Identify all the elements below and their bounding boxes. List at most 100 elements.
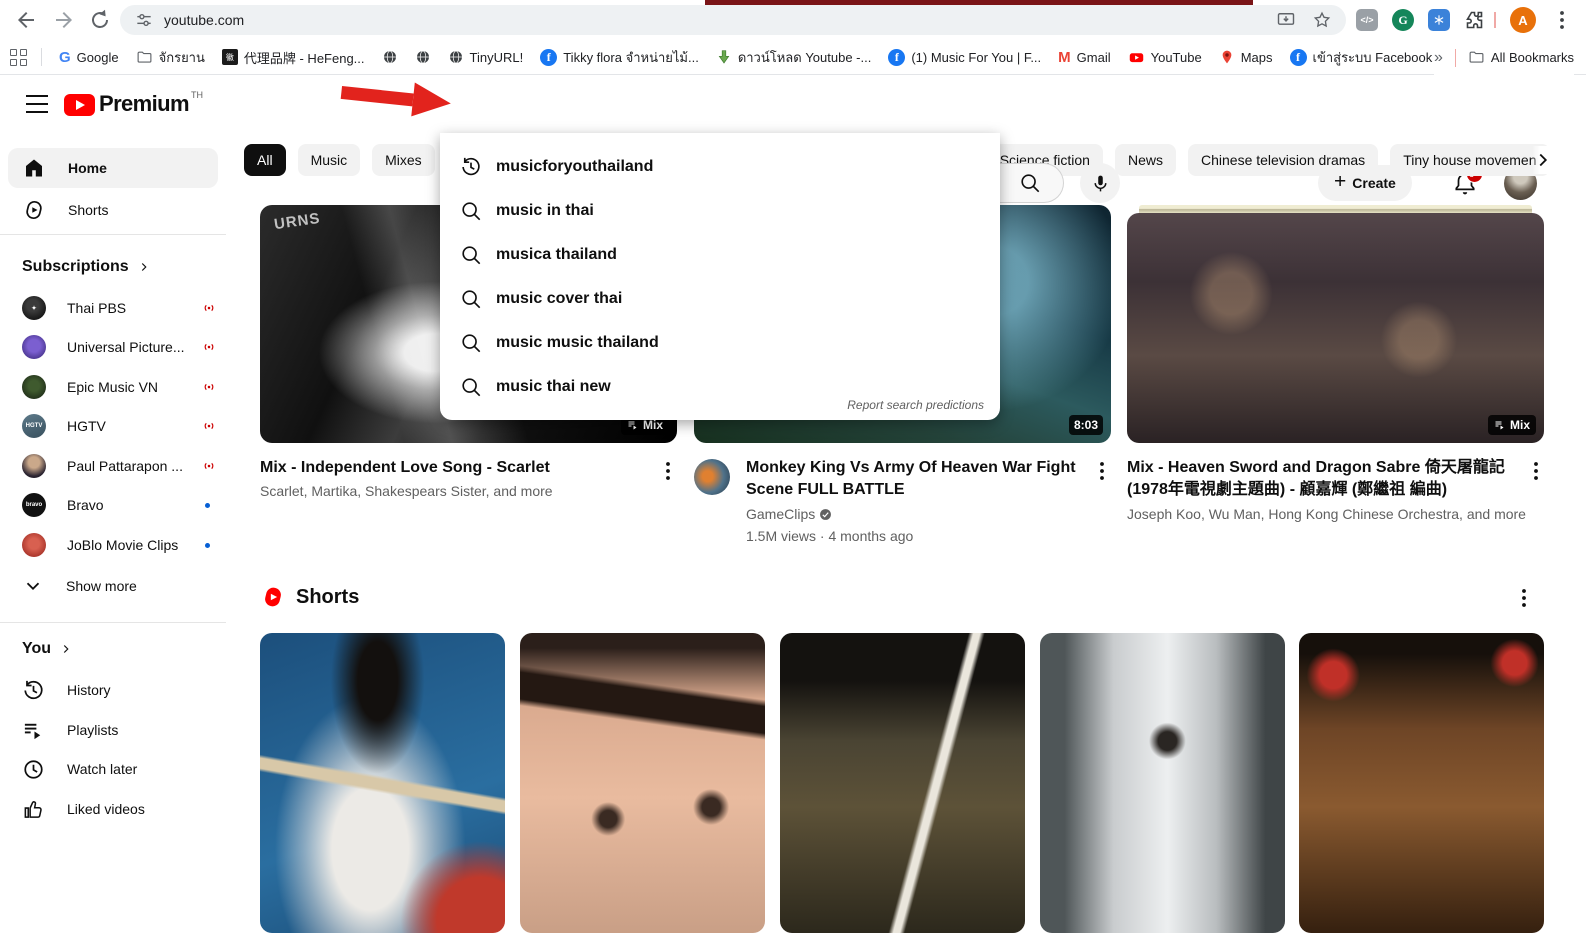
sidebar: Home Shorts Subscriptions ✦ Thai PBS Uni… bbox=[0, 134, 226, 816]
suggestion-item[interactable]: music in thai bbox=[440, 189, 1000, 233]
suggestion-item[interactable]: music cover thai bbox=[440, 277, 1000, 321]
sidebar-channel-thai-pbs[interactable]: ✦ Thai PBS bbox=[8, 289, 218, 327]
video-title-2[interactable]: Monkey King Vs Army Of Heaven War Fight … bbox=[746, 457, 1076, 501]
search-icon bbox=[460, 288, 482, 310]
suggestion-item[interactable]: musicforyouthailand bbox=[440, 145, 1000, 189]
channel-avatar: bravo bbox=[22, 493, 46, 517]
grammarly-extension-icon[interactable]: G bbox=[1392, 9, 1414, 31]
shorts-thumbnail-4[interactable] bbox=[1040, 633, 1285, 933]
bookmark-youtube[interactable]: YouTube bbox=[1128, 49, 1202, 66]
suggestion-item[interactable]: musica thailand bbox=[440, 233, 1000, 277]
reload-icon[interactable] bbox=[88, 8, 112, 32]
sidebar-channel-universal[interactable]: Universal Picture... bbox=[8, 328, 218, 366]
hefeng-site-icon: 徽 bbox=[222, 49, 238, 65]
blue-extension-icon[interactable] bbox=[1428, 9, 1450, 31]
facebook-icon: f bbox=[1290, 49, 1307, 66]
channel-avatar: HGTV bbox=[22, 414, 46, 438]
bookmark-music-for-you[interactable]: f(1) Music For You | F... bbox=[888, 49, 1041, 66]
mix-badge: Mix bbox=[1488, 415, 1536, 435]
video-thumbnail-3[interactable]: Mix bbox=[1127, 213, 1544, 443]
sidebar-item-shorts[interactable]: Shorts bbox=[8, 190, 218, 230]
verified-badge-icon bbox=[819, 508, 832, 521]
bookmark-hefeng[interactable]: 徽代理品牌 - HeFeng... bbox=[222, 48, 365, 67]
globe-icon bbox=[415, 49, 431, 65]
site-info-icon[interactable] bbox=[134, 10, 154, 30]
sidebar-item-liked-videos[interactable]: Liked videos bbox=[8, 789, 218, 829]
history-icon bbox=[460, 156, 482, 178]
address-bar[interactable]: youtube.com bbox=[120, 5, 1346, 35]
shorts-thumbnail-1[interactable] bbox=[260, 633, 505, 933]
video-title-3[interactable]: Mix - Heaven Sword and Dragon Sabre 倚天屠龍… bbox=[1127, 457, 1517, 501]
apps-grid-icon bbox=[10, 49, 27, 66]
facebook-icon: f bbox=[540, 49, 557, 66]
chip-music[interactable]: Music bbox=[298, 144, 361, 176]
sidebar-item-playlists[interactable]: Playlists bbox=[8, 710, 218, 750]
video-byline-1[interactable]: Scarlet, Martika, Shakespears Sister, an… bbox=[260, 481, 645, 501]
bookmark-youtube-download[interactable]: ดาวน์โหลด Youtube -... bbox=[716, 47, 872, 68]
chips-scroll-right-chevron[interactable] bbox=[1532, 146, 1560, 174]
guide-menu-icon[interactable] bbox=[26, 95, 48, 115]
you-header[interactable]: You bbox=[22, 640, 73, 658]
shorts-thumbnail-3[interactable] bbox=[780, 633, 1025, 933]
sidebar-item-home[interactable]: Home bbox=[8, 148, 218, 188]
chip-news[interactable]: News bbox=[1115, 144, 1176, 176]
browser-profile-avatar[interactable]: A bbox=[1510, 7, 1536, 33]
youtube-premium-logo[interactable]: Premium TH bbox=[64, 90, 203, 117]
browser-menu-kebab-icon[interactable] bbox=[1550, 8, 1574, 32]
shorts-logo-icon bbox=[260, 584, 286, 610]
video-menu-kebab-icon[interactable] bbox=[1524, 459, 1548, 483]
country-code: TH bbox=[191, 90, 203, 100]
bookmark-maps[interactable]: Maps bbox=[1219, 49, 1273, 65]
bookmark-google[interactable]: GGoogle bbox=[59, 49, 119, 66]
sidebar-channel-joblo[interactable]: JoBlo Movie Clips bbox=[8, 526, 218, 564]
globe-icon bbox=[448, 49, 464, 65]
sidebar-channel-bravo[interactable]: bravo Bravo bbox=[8, 486, 218, 524]
bookmark-apps[interactable] bbox=[10, 49, 27, 66]
url-text[interactable]: youtube.com bbox=[164, 12, 244, 28]
subscriptions-header[interactable]: Subscriptions bbox=[22, 258, 151, 276]
suggestion-item[interactable]: music music thailand bbox=[440, 321, 1000, 365]
shorts-menu-kebab-icon[interactable] bbox=[1512, 586, 1536, 610]
bookmark-tikky-flora[interactable]: fTikky flora จำหน่ายไม้... bbox=[540, 47, 699, 68]
video-title-1[interactable]: Mix - Independent Love Song - Scarlet bbox=[260, 457, 645, 479]
chip-chinese-tv-dramas[interactable]: Chinese television dramas bbox=[1188, 144, 1378, 176]
chip-all[interactable]: All bbox=[244, 144, 286, 176]
shorts-thumbnail-2[interactable] bbox=[520, 633, 765, 933]
search-button[interactable] bbox=[996, 163, 1064, 203]
shorts-thumbnail-5[interactable] bbox=[1299, 633, 1544, 933]
channel-avatar-gameclips[interactable] bbox=[694, 459, 730, 495]
sidebar-channel-paul[interactable]: Paul Pattarapon ... bbox=[8, 447, 218, 485]
bookmark-gmail[interactable]: MGmail bbox=[1058, 49, 1110, 66]
video-menu-kebab-icon[interactable] bbox=[656, 459, 680, 483]
video-menu-kebab-icon[interactable] bbox=[1090, 459, 1114, 483]
chip-tiny-house[interactable]: Tiny house movemen bbox=[1390, 144, 1549, 176]
playlist-play-icon bbox=[627, 419, 639, 431]
sidebar-item-history[interactable]: History bbox=[8, 670, 218, 710]
sidebar-channel-epic-music[interactable]: Epic Music VN bbox=[8, 368, 218, 406]
bookmark-folder[interactable]: จักรยาน bbox=[136, 47, 205, 68]
youtube-icon bbox=[1128, 49, 1145, 66]
sidebar-divider bbox=[0, 622, 226, 623]
all-bookmarks-button[interactable]: All Bookmarks bbox=[1468, 49, 1574, 66]
bookmark-star-icon[interactable] bbox=[1312, 10, 1332, 30]
bookmark-globe-2[interactable] bbox=[415, 49, 431, 65]
forward-icon[interactable] bbox=[52, 8, 76, 32]
sidebar-channel-hgtv[interactable]: HGTV HGTV bbox=[8, 407, 218, 445]
video-channel-2[interactable]: GameClips bbox=[746, 504, 832, 524]
install-app-icon[interactable] bbox=[1276, 10, 1296, 30]
report-search-predictions-link[interactable]: Report search predictions bbox=[847, 398, 984, 412]
bookmark-globe-1[interactable] bbox=[382, 49, 398, 65]
extensions-puzzle-icon[interactable] bbox=[1462, 8, 1486, 32]
bookmark-tinyurl[interactable]: TinyURL! bbox=[448, 49, 524, 65]
video-byline-3[interactable]: Joseph Koo, Wu Man, Hong Kong Chinese Or… bbox=[1127, 504, 1527, 524]
shorts-section-title: Shorts bbox=[296, 586, 359, 609]
bookmarks-overflow-chevron[interactable]: » bbox=[1434, 49, 1443, 67]
sidebar-item-watch-later[interactable]: Watch later bbox=[8, 749, 218, 789]
chip-mixes[interactable]: Mixes bbox=[372, 144, 435, 176]
playlists-icon bbox=[22, 719, 45, 742]
back-icon[interactable] bbox=[14, 8, 38, 32]
bookmark-facebook-login[interactable]: fเข้าสู่ระบบ Facebook bbox=[1290, 47, 1433, 68]
extension-code-icon[interactable]: </> bbox=[1356, 9, 1378, 31]
sidebar-show-more[interactable]: Show more bbox=[8, 566, 218, 606]
live-icon bbox=[200, 299, 218, 317]
